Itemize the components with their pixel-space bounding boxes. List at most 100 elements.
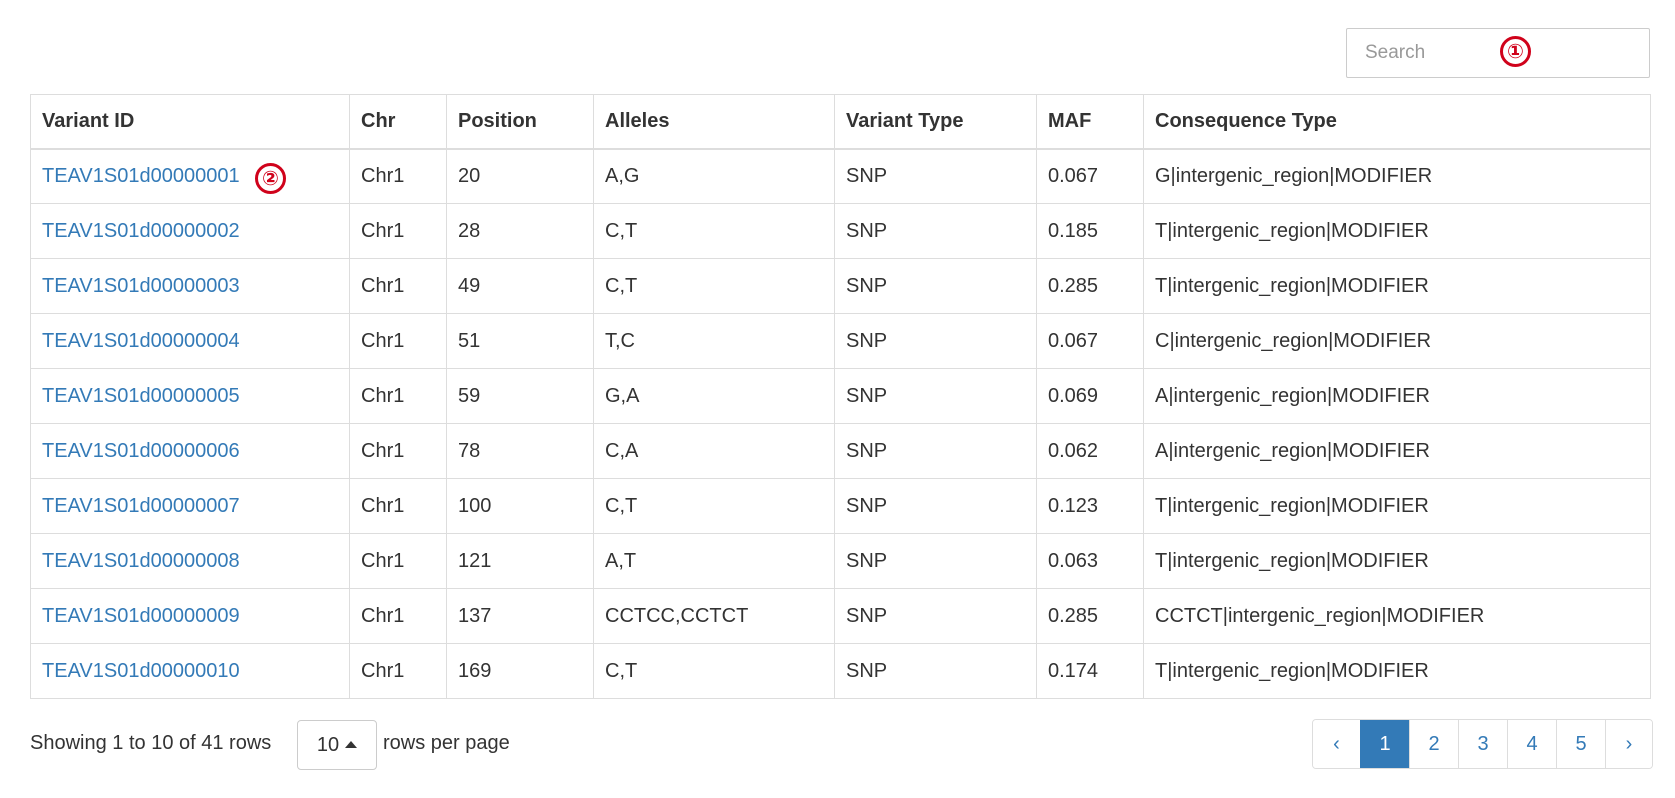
table-row: TEAV1S01d00000010 Chr1 169 C,T SNP 0.174 T|int…: [30, 643, 1651, 699]
cell-alleles: CCTCC,CCTCT: [593, 588, 835, 644]
variant-id-link[interactable]: TEAV1S01d00000005: [42, 385, 240, 407]
cell-chr: Chr1: [349, 313, 447, 369]
table-row: TEAV1S01d00000005 Chr1 59 G,A SNP 0.069 A|inte…: [30, 368, 1651, 424]
variant-id-link[interactable]: TEAV1S01d00000007: [42, 495, 240, 517]
cell-alleles: C,T: [593, 478, 835, 534]
header-variant-type[interactable]: Variant Type: [834, 94, 1037, 150]
cell-variant-type: SNP: [834, 203, 1037, 259]
page-size-dropdown[interactable]: 10: [297, 720, 377, 770]
cell-consequence-type: T|intergenic_region|MODIFIER: [1143, 533, 1651, 589]
cell-variant-type: SNP: [834, 368, 1037, 424]
cell-chr: Chr1: [349, 588, 447, 644]
cell-variant-type: SNP: [834, 423, 1037, 479]
variant-id-link[interactable]: TEAV1S01d00000008: [42, 550, 240, 572]
cell-position: 100: [446, 478, 594, 534]
annotation-marker-2: ②: [255, 163, 286, 194]
table-row: TEAV1S01d00000009 Chr1 137 CCTCC,CCTCT SNP 0.…: [30, 588, 1651, 644]
page-button-2[interactable]: 2: [1409, 720, 1458, 768]
cell-chr: Chr1: [349, 643, 447, 699]
showing-rows-text: Showing 1 to 10 of 41 rows: [30, 732, 272, 754]
cell-variant-id: TEAV1S01d00000002: [30, 203, 350, 259]
cell-position: 20: [446, 148, 594, 204]
cell-consequence-type: C|intergenic_region|MODIFIER: [1143, 313, 1651, 369]
cell-maf: 0.285: [1036, 258, 1144, 314]
header-consequence-type[interactable]: Consequence Type: [1143, 94, 1651, 150]
cell-variant-id: TEAV1S01d00000009: [30, 588, 350, 644]
search-input[interactable]: [1347, 29, 1649, 77]
cell-position: 121: [446, 533, 594, 589]
variant-id-link[interactable]: TEAV1S01d00000004: [42, 330, 240, 352]
cell-consequence-type: T|intergenic_region|MODIFIER: [1143, 258, 1651, 314]
cell-variant-type: SNP: [834, 313, 1037, 369]
cell-position: 49: [446, 258, 594, 314]
table-body: TEAV1S01d00000001 Chr1 20 A,G SNP 0.067 G|inte…: [30, 148, 1651, 699]
header-maf[interactable]: MAF: [1036, 94, 1144, 150]
header-variant-id[interactable]: Variant ID: [30, 94, 350, 150]
cell-chr: Chr1: [349, 423, 447, 479]
cell-consequence-type: T|intergenic_region|MODIFIER: [1143, 478, 1651, 534]
header-chr[interactable]: Chr: [349, 94, 447, 150]
cell-alleles: A,G: [593, 148, 835, 204]
page-button-1[interactable]: 1: [1360, 720, 1409, 768]
cell-consequence-type: T|intergenic_region|MODIFIER: [1143, 203, 1651, 259]
variant-id-link[interactable]: TEAV1S01d00000001: [42, 165, 240, 187]
cell-chr: Chr1: [349, 478, 447, 534]
variant-id-link[interactable]: TEAV1S01d00000009: [42, 605, 240, 627]
cell-maf: 0.123: [1036, 478, 1144, 534]
table-row: TEAV1S01d00000004 Chr1 51 T,C SNP 0.067 C|inte…: [30, 313, 1651, 369]
cell-maf: 0.285: [1036, 588, 1144, 644]
cell-maf: 0.063: [1036, 533, 1144, 589]
page-button-3[interactable]: 3: [1458, 720, 1507, 768]
prev-page-button[interactable]: ‹: [1313, 720, 1360, 768]
cell-variant-type: SNP: [834, 643, 1037, 699]
cell-consequence-type: A|intergenic_region|MODIFIER: [1143, 368, 1651, 424]
cell-position: 51: [446, 313, 594, 369]
variant-id-link[interactable]: TEAV1S01d00000010: [42, 660, 240, 682]
rows-per-page-label: rows per page: [383, 732, 510, 754]
table-row: TEAV1S01d00000006 Chr1 78 C,A SNP 0.062 A|inte…: [30, 423, 1651, 479]
cell-variant-type: SNP: [834, 148, 1037, 204]
cell-position: 137: [446, 588, 594, 644]
header-alleles[interactable]: Alleles: [593, 94, 835, 150]
variant-id-link[interactable]: TEAV1S01d00000003: [42, 275, 240, 297]
cell-chr: Chr1: [349, 203, 447, 259]
cell-consequence-type: A|intergenic_region|MODIFIER: [1143, 423, 1651, 479]
cell-variant-type: SNP: [834, 258, 1037, 314]
cell-variant-id: TEAV1S01d00000006: [30, 423, 350, 479]
table-header-row: Variant ID Chr Position Alleles Variant …: [30, 94, 1651, 150]
table-row: TEAV1S01d00000008 Chr1 121 A,T SNP 0.063 T|int…: [30, 533, 1651, 589]
cell-position: 59: [446, 368, 594, 424]
cell-variant-id: TEAV1S01d00000001: [30, 148, 350, 204]
cell-alleles: A,T: [593, 533, 835, 589]
cell-variant-type: SNP: [834, 478, 1037, 534]
table-row: TEAV1S01d00000007 Chr1 100 C,T SNP 0.123 T|int…: [30, 478, 1651, 534]
cell-maf: 0.067: [1036, 148, 1144, 204]
cell-chr: Chr1: [349, 148, 447, 204]
next-page-button[interactable]: ›: [1605, 720, 1652, 768]
header-position[interactable]: Position: [446, 94, 594, 150]
cell-maf: 0.062: [1036, 423, 1144, 479]
cell-variant-id: TEAV1S01d00000004: [30, 313, 350, 369]
cell-variant-type: SNP: [834, 533, 1037, 589]
search-box[interactable]: [1346, 28, 1650, 78]
page-button-5[interactable]: 5: [1556, 720, 1605, 768]
cell-maf: 0.185: [1036, 203, 1144, 259]
variant-id-link[interactable]: TEAV1S01d00000006: [42, 440, 240, 462]
cell-alleles: C,T: [593, 258, 835, 314]
cell-variant-id: TEAV1S01d00000010: [30, 643, 350, 699]
table-row: TEAV1S01d00000003 Chr1 49 C,T SNP 0.285 T|inte…: [30, 258, 1651, 314]
page-button-4[interactable]: 4: [1507, 720, 1556, 768]
cell-maf: 0.174: [1036, 643, 1144, 699]
cell-consequence-type: T|intergenic_region|MODIFIER: [1143, 643, 1651, 699]
cell-variant-id: TEAV1S01d00000003: [30, 258, 350, 314]
cell-chr: Chr1: [349, 258, 447, 314]
cell-maf: 0.067: [1036, 313, 1144, 369]
variant-id-link[interactable]: TEAV1S01d00000002: [42, 220, 240, 242]
table-row: TEAV1S01d00000002 Chr1 28 C,T SNP 0.185 T|inte…: [30, 203, 1651, 259]
cell-alleles: C,T: [593, 203, 835, 259]
cell-variant-id: TEAV1S01d00000007: [30, 478, 350, 534]
cell-variant-id: TEAV1S01d00000008: [30, 533, 350, 589]
cell-maf: 0.069: [1036, 368, 1144, 424]
cell-variant-type: SNP: [834, 588, 1037, 644]
cell-consequence-type: CCTCT|intergenic_region|MODIFIER: [1143, 588, 1651, 644]
